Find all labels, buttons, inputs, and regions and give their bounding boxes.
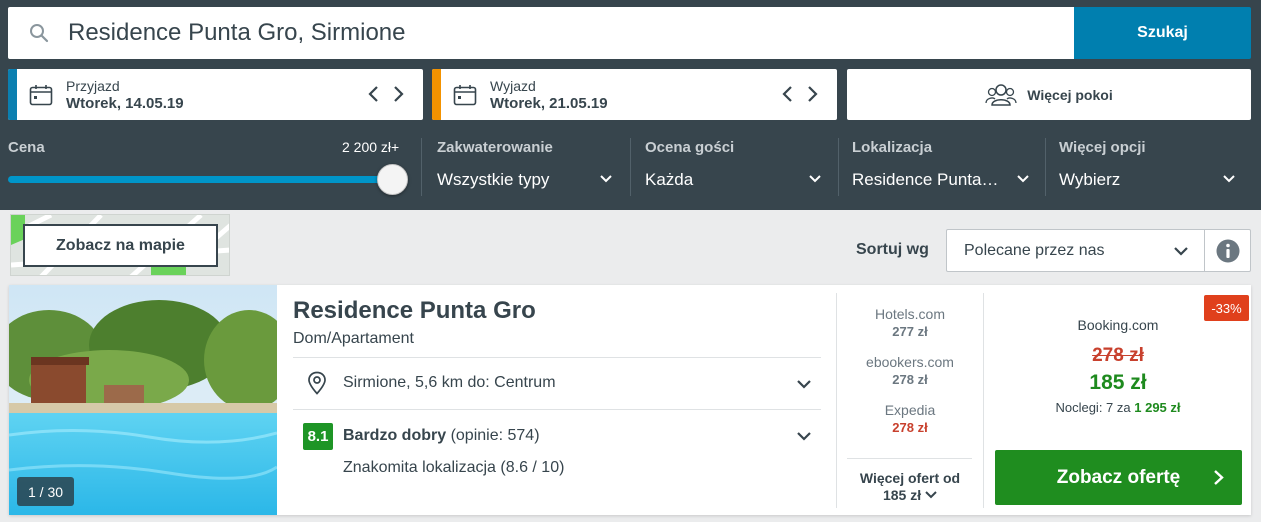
sort-info-button[interactable] — [1205, 229, 1251, 272]
location-filter-label: Lokalizacja — [852, 139, 933, 156]
chevron-down-icon — [1174, 247, 1188, 256]
view-deal-button[interactable]: Zobacz ofertę — [995, 450, 1242, 505]
nights-prefix: Noclegi: 7 za — [1055, 400, 1131, 415]
hotel-result-card: 1 / 30 Residence Punta Gro Dom/Apartamen… — [9, 285, 1251, 515]
divider — [847, 458, 972, 459]
rating-text: Bardzo dobry (opinie: 574) — [343, 427, 540, 445]
more-offers-line1: Więcej ofert od — [859, 470, 961, 486]
divider — [836, 293, 837, 508]
search-icon — [30, 24, 49, 43]
checkin-value: Wtorek, 14.05.19 — [66, 95, 184, 112]
filter-divider — [630, 138, 631, 196]
view-deal-label: Zobacz ofertę — [1056, 466, 1181, 488]
chevron-down-icon — [797, 380, 811, 389]
best-deal-provider: Booking.com — [1077, 317, 1159, 333]
checkin-accent-bar — [8, 69, 17, 120]
chevron-down-icon[interactable] — [1222, 172, 1236, 186]
chevron-down-icon — [797, 432, 811, 441]
chevron-down-icon[interactable] — [599, 172, 613, 186]
filter-divider — [421, 138, 422, 196]
chevron-down-icon[interactable] — [1016, 172, 1030, 186]
people-icon — [985, 83, 1017, 106]
search-input[interactable] — [68, 7, 1058, 59]
chevron-right-icon[interactable] — [387, 83, 409, 105]
location-text: Sirmione, 5,6 km do: Centrum — [343, 374, 556, 391]
price-slider-handle[interactable] — [377, 164, 408, 195]
chevron-left-icon[interactable] — [363, 83, 385, 105]
search-button[interactable]: Szukaj — [1074, 7, 1251, 59]
rating-row[interactable]: 8.1 Bardzo dobry (opinie: 574) Znakomita… — [293, 410, 821, 500]
checkout-value: Wtorek, 21.05.19 — [490, 95, 608, 112]
filter-divider — [1045, 138, 1046, 196]
alt-offer-price: 278 zł — [892, 420, 928, 435]
more-options-filter-value[interactable]: Wybierz — [1059, 170, 1209, 190]
map-pin-icon — [308, 371, 326, 395]
best-deal-price: 185 zł — [1089, 371, 1147, 394]
view-on-map-button[interactable]: Zobacz na mapie — [23, 224, 218, 267]
more-rooms-button[interactable]: Więcej pokoi — [847, 69, 1251, 120]
accommodation-filter-value[interactable]: Wszystkie typy — [437, 170, 597, 190]
location-filter-value[interactable]: Residence Punta… — [852, 170, 1012, 190]
price-slider-track[interactable] — [8, 176, 392, 183]
info-icon — [1216, 239, 1239, 262]
alt-offer-provider: Hotels.com — [874, 306, 946, 322]
photo-counter: 1 / 30 — [17, 477, 74, 506]
alt-offer-expedia[interactable]: Expedia 278 zł — [846, 402, 974, 435]
filter-divider — [838, 138, 839, 196]
location-row[interactable]: Sirmione, 5,6 km do: Centrum — [293, 357, 821, 409]
alt-offer-provider: ebookers.com — [866, 354, 954, 370]
chevron-right-icon[interactable] — [801, 83, 823, 105]
alt-offer-price: 278 zł — [892, 372, 928, 387]
sort-select[interactable]: Polecane przez nas — [946, 229, 1205, 272]
more-rooms-label: Więcej pokoi — [1027, 86, 1113, 103]
alt-offer-provider: Expedia — [884, 402, 936, 418]
rating-reviews: (opinie: 574) — [450, 427, 540, 444]
calendar-icon — [453, 85, 477, 106]
checkout-label: Wyjazd — [490, 78, 536, 94]
price-filter-label: Cena — [8, 139, 45, 156]
nights-total: 1 295 zł — [1134, 400, 1181, 415]
rating-label: Bardzo dobry — [343, 427, 447, 444]
alt-offer-hotels-com[interactable]: Hotels.com 277 zł — [846, 306, 974, 339]
chevron-down-icon — [925, 491, 937, 499]
rating-score-badge: 8.1 — [303, 423, 333, 450]
sort-value: Polecane przez nas — [964, 242, 1105, 259]
checkin-date-picker[interactable]: Przyjazd Wtorek, 14.05.19 — [8, 69, 423, 120]
checkin-label: Przyjazd — [66, 78, 120, 94]
alt-offer-price: 277 zł — [892, 324, 928, 339]
hotel-type: Dom/Apartament — [293, 330, 414, 347]
checkout-date-picker[interactable]: Wyjazd Wtorek, 21.05.19 — [432, 69, 837, 120]
more-offers-link[interactable]: Więcej ofert od 185 zł — [846, 470, 974, 504]
checkout-accent-bar — [432, 69, 441, 120]
more-options-filter-label: Więcej opcji — [1059, 139, 1146, 156]
guest-rating-filter-label: Ocena gości — [645, 139, 735, 156]
hotel-name[interactable]: Residence Punta Gro — [293, 297, 536, 325]
best-deal-old-price: 278 zł — [1092, 345, 1144, 366]
price-max-label: 2 200 zł+ — [342, 139, 400, 155]
guest-rating-filter-value[interactable]: Każda — [645, 170, 795, 190]
more-offers-price: 185 zł — [882, 487, 922, 503]
alt-offer-ebookers[interactable]: ebookers.com 278 zł — [846, 354, 974, 387]
rating-subscore: Znakomita lokalizacja (8.6 / 10) — [343, 459, 565, 476]
divider — [983, 293, 984, 508]
hotel-photo[interactable]: 1 / 30 — [9, 285, 277, 515]
sort-label: Sortuj wg — [856, 241, 929, 258]
best-deal-nights: Noclegi: 7 za 1 295 zł — [996, 400, 1240, 415]
chevron-left-icon[interactable] — [777, 83, 799, 105]
accommodation-filter-label: Zakwaterowanie — [437, 139, 553, 156]
chevron-right-icon — [1214, 470, 1224, 485]
search-box[interactable] — [8, 7, 1074, 59]
chevron-down-icon[interactable] — [808, 172, 822, 186]
calendar-icon — [29, 85, 53, 106]
